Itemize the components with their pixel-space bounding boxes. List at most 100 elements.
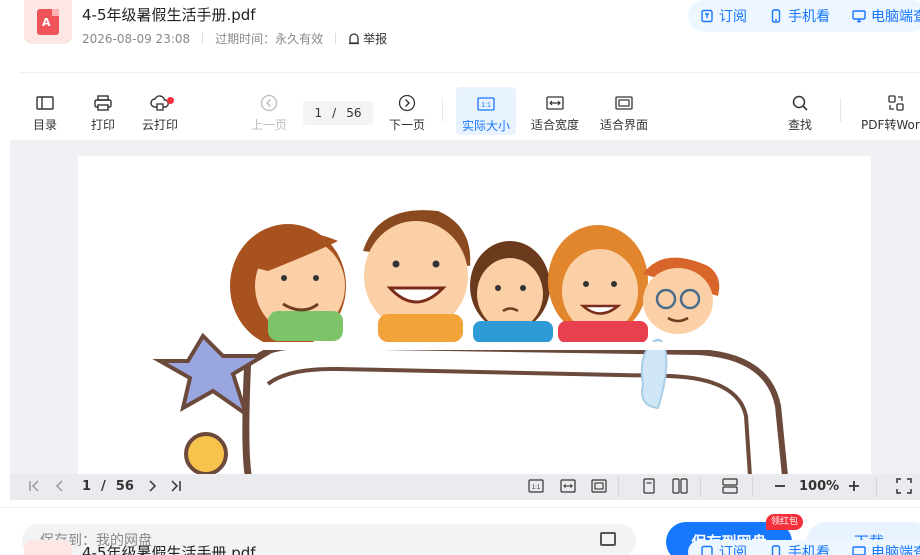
status-divider — [618, 477, 619, 497]
sticky-header-actions: 订阅 手机看 电脑端查看 — [688, 540, 920, 555]
continuous-scroll-button[interactable] — [722, 478, 738, 494]
phone-icon — [771, 9, 781, 23]
chevron-right-circle-icon — [398, 94, 416, 112]
footer-divider — [0, 507, 920, 508]
file-meta: 2026-08-09 23:08 过期时间：永久有效 举报 — [82, 30, 387, 47]
bottom-page-separator: / — [101, 479, 106, 494]
next-page-button[interactable]: 下一页 — [389, 86, 425, 133]
bottom-current-page: 1 — [82, 479, 92, 494]
last-page-button[interactable] — [168, 478, 184, 494]
print-button[interactable]: 打印 — [91, 86, 115, 133]
subscribe-label: 订阅 — [719, 9, 747, 25]
page-separator: / — [332, 106, 337, 120]
sticky-desktop-view-label: 电脑端查看 — [871, 545, 920, 555]
fit-page-small-button[interactable] — [591, 478, 607, 494]
first-page-button[interactable] — [26, 478, 42, 494]
search-icon — [792, 95, 808, 111]
total-pages: 56 — [346, 106, 362, 120]
document-viewport[interactable] — [10, 140, 920, 500]
kid-3 — [470, 241, 553, 343]
page-illustration — [152, 210, 789, 476]
chevron-double-left-icon — [29, 480, 39, 492]
fit-width-label: 适合宽度 — [531, 118, 580, 132]
sticky-subscribe-button[interactable]: 订阅 — [700, 542, 747, 555]
page-indicator[interactable]: 1 / 56 — [82, 479, 134, 494]
prev-page-small-button[interactable] — [52, 478, 68, 494]
file-header: A 4-5年级暑假生活手册.pdf 2026-08-09 23:08 过期时间：… — [0, 0, 920, 70]
file-title: 4-5年级暑假生活手册.pdf — [82, 6, 256, 24]
page-number-input[interactable]: 1 / 56 — [303, 101, 373, 125]
fit-width-small-button[interactable] — [560, 478, 576, 494]
prev-page-label: 上一页 — [251, 118, 288, 132]
fit-page-icon — [615, 96, 633, 110]
sticky-file-title: 4-5年级暑假生活手册.pdf — [82, 544, 256, 555]
zoom-in-button[interactable] — [846, 478, 862, 494]
printer-icon — [94, 95, 112, 111]
single-page-icon — [643, 478, 655, 494]
search-button[interactable]: 查找 — [788, 86, 812, 133]
toolbar-divider — [840, 98, 841, 122]
prev-page-button[interactable]: 上一页 — [251, 86, 287, 133]
desktop-view-label: 电脑端查看 — [871, 9, 920, 25]
actual-size-label: 实际大小 — [461, 119, 510, 133]
continuous-scroll-icon — [722, 478, 738, 494]
cloud-print-button[interactable]: 云打印 — [142, 86, 178, 133]
minus-icon — [775, 485, 785, 487]
toc-button[interactable]: 目录 — [33, 86, 57, 133]
convert-icon — [888, 95, 904, 111]
chevron-left-icon — [55, 480, 63, 492]
kid-5 — [643, 257, 720, 334]
desktop-view-button[interactable]: 电脑端查看 — [852, 6, 920, 26]
sticky-desktop-view-button[interactable]: 电脑端查看 — [852, 542, 920, 555]
pdf-viewer-page: A 4-5年级暑假生活手册.pdf 2026-08-09 23:08 过期时间：… — [0, 0, 920, 555]
pdf-to-word-button[interactable]: PDF转Word — [861, 86, 920, 133]
folder-icon[interactable] — [600, 532, 616, 546]
fullscreen-icon — [896, 478, 912, 494]
kid-4 — [548, 225, 648, 343]
report-label: 举报 — [363, 32, 388, 46]
current-page: 1 — [314, 106, 323, 120]
status-divider — [752, 477, 753, 497]
pdf-page — [78, 156, 871, 476]
toolbar-divider — [442, 98, 443, 122]
upload-date: 2026-08-09 23:08 — [82, 31, 191, 46]
actual-size-button[interactable]: 1:1 实际大小 — [456, 87, 516, 135]
svg-text:1:1: 1:1 — [532, 485, 541, 491]
meta-divider — [202, 33, 204, 44]
sticky-subscribe-label: 订阅 — [719, 545, 747, 555]
fit-page-button[interactable]: 适合界面 — [600, 86, 648, 133]
bookmark-icon — [701, 9, 713, 23]
actual-size-small-button[interactable]: 1:1 — [528, 478, 544, 494]
actual-size-icon: 1:1 — [477, 97, 495, 111]
kid-1 — [230, 224, 346, 348]
cloud-print-label: 云打印 — [142, 118, 179, 132]
report-icon — [349, 32, 360, 44]
search-label: 查找 — [788, 118, 813, 132]
red-packet-badge: 领红包 — [766, 514, 804, 530]
fit-page-icon — [591, 479, 607, 493]
bottom-total-pages: 56 — [115, 479, 134, 494]
chevron-left-circle-icon — [260, 94, 278, 112]
single-page-button[interactable] — [641, 478, 657, 494]
two-page-button[interactable] — [672, 478, 688, 494]
pdf-file-icon: A — [24, 0, 72, 44]
status-divider — [876, 477, 877, 497]
report-link[interactable]: 举报 — [348, 30, 387, 47]
sticky-mobile-view-button[interactable]: 手机看 — [769, 542, 830, 555]
fit-width-button[interactable]: 适合宽度 — [531, 86, 579, 133]
toc-label: 目录 — [33, 118, 58, 132]
next-page-small-button[interactable] — [144, 478, 160, 494]
mobile-view-button[interactable]: 手机看 — [769, 6, 830, 26]
fit-width-icon — [560, 479, 576, 493]
notification-dot — [167, 97, 174, 104]
svg-text:1:1: 1:1 — [481, 102, 491, 109]
fullscreen-button[interactable] — [896, 478, 912, 494]
print-label: 打印 — [91, 118, 116, 132]
monitor-icon — [852, 546, 866, 555]
viewer-status-bar: 1 / 56 1:1 100% — [10, 474, 920, 500]
zoom-out-button[interactable] — [772, 478, 788, 494]
sidebar-icon — [36, 96, 54, 110]
sticky-mobile-view-label: 手机看 — [788, 545, 830, 555]
zoom-level[interactable]: 100% — [799, 479, 839, 494]
subscribe-button[interactable]: 订阅 — [700, 6, 747, 26]
